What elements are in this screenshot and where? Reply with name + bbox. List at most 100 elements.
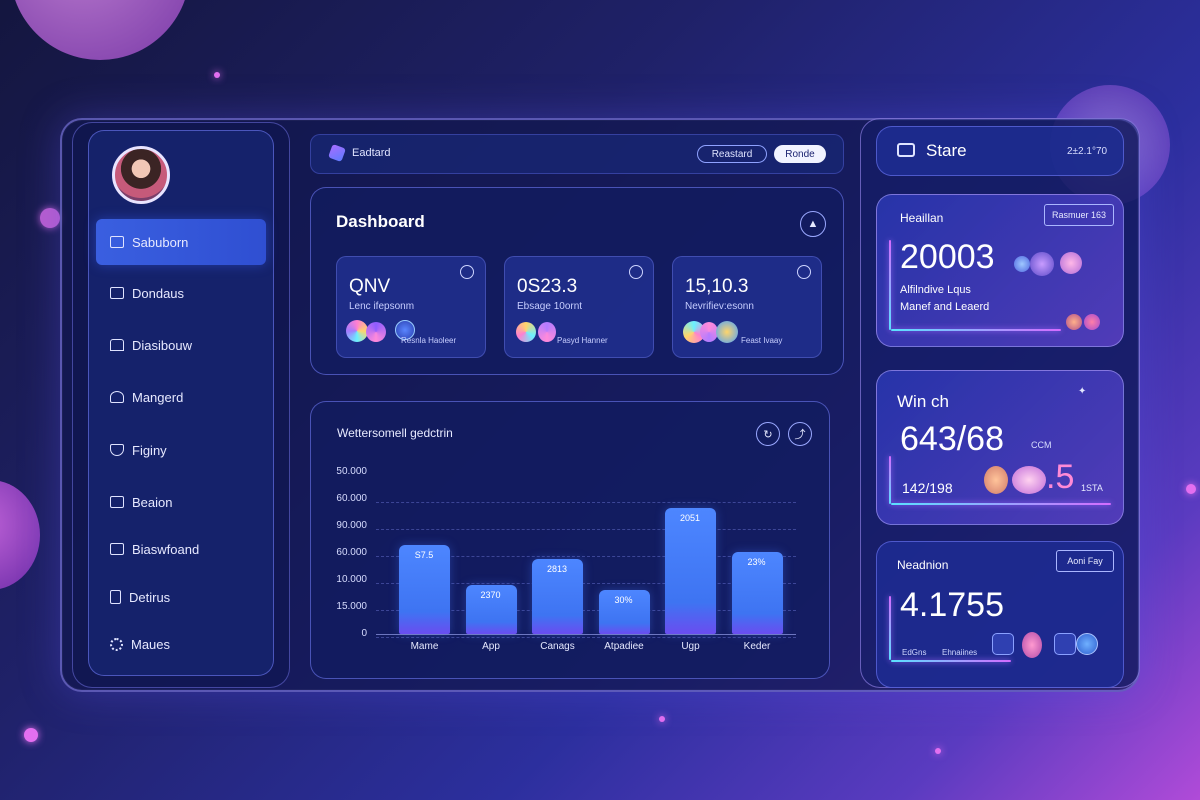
card-tag[interactable]: Rasmuer 163 <box>1044 204 1114 226</box>
sticker-icon <box>366 322 386 342</box>
sticker-icon <box>1066 314 1082 330</box>
stat-value: 15,10.3 <box>685 276 749 297</box>
sidebar-item-dondaus[interactable]: Dondaus <box>96 270 266 316</box>
background-orb <box>0 480 40 590</box>
x-axis-tick: Mame <box>410 641 439 652</box>
document-icon <box>110 590 121 604</box>
sticker-icon <box>516 322 536 342</box>
card-icon <box>897 143 915 157</box>
sidebar-item-figiny[interactable]: Figiny <box>96 427 266 473</box>
sidebar-item-mangerd[interactable]: Mangerd <box>96 374 266 420</box>
window-icon <box>110 543 124 555</box>
sidebar-item-maues[interactable]: Maues <box>96 621 266 667</box>
favorite-icon[interactable] <box>460 265 474 279</box>
sticker-icon <box>984 466 1008 494</box>
accent-line <box>891 329 1061 331</box>
refresh-icon[interactable]: ↻ <box>756 422 780 446</box>
card-label: Neadnion <box>897 558 949 572</box>
sidebar-item-label: Figiny <box>132 442 167 458</box>
card-value: 643/68 <box>900 420 1004 458</box>
stat-footnote: Pasyd Hanner <box>557 336 608 345</box>
reastard-button[interactable]: Reastard <box>697 145 767 163</box>
y-axis-tick: 10.000 <box>336 574 367 585</box>
x-axis-tick: Canags <box>540 641 575 652</box>
stare-title: Stare <box>926 141 967 160</box>
sidebar-item-beaion[interactable]: Beaion <box>96 479 266 525</box>
x-axis-tick: Ugp <box>681 641 700 652</box>
stat-value: 0S23.3 <box>517 276 578 297</box>
card-side-value: .5 <box>1046 458 1075 496</box>
share-icon[interactable]: ⤴ <box>788 422 812 446</box>
y-axis-tick: 60.000 <box>336 547 367 558</box>
sticker-icon <box>716 321 738 343</box>
sidebar-item-detirus[interactable]: Detirus <box>96 574 266 620</box>
card-label: Win ch <box>897 392 949 411</box>
sticker-icon <box>1022 632 1042 658</box>
card-value: 4.1755 <box>900 586 1004 624</box>
sidebar-item-label: Mangerd <box>132 389 184 405</box>
accent-line <box>891 503 1111 505</box>
background-sparkle <box>24 728 38 742</box>
card-line: Manef and Leaerd <box>900 301 990 313</box>
bar-data-label: S7.5 <box>414 550 434 561</box>
y-axis-tick: 0 <box>361 628 367 639</box>
grid-line <box>376 502 796 503</box>
card-unit: CCM <box>1031 440 1052 450</box>
card-side-tag: 1STA <box>1081 483 1103 493</box>
chart-bar[interactable] <box>665 508 716 634</box>
bell-icon[interactable]: ▲ <box>800 211 826 237</box>
sidebar-item-label: Dondaus <box>132 285 185 301</box>
sticker-icon <box>1030 252 1054 276</box>
top-bar-title: Eadtard <box>352 147 391 159</box>
background-sparkle <box>214 72 220 78</box>
ronde-button[interactable]: Ronde <box>774 145 826 163</box>
text-format-icon[interactable] <box>992 633 1014 655</box>
favorite-icon[interactable] <box>629 265 643 279</box>
sidebar-item-biaswfoand[interactable]: Biaswfoand <box>96 526 266 572</box>
x-axis-tick: Atpadiee <box>604 641 644 652</box>
accent-line <box>889 456 891 504</box>
card-subvalue: 142/198 <box>902 480 953 496</box>
card-value: 20003 <box>900 238 995 276</box>
accent-line <box>889 596 891 660</box>
card-footnote: Ehnaiines <box>942 648 978 657</box>
background-sparkle <box>40 208 60 228</box>
y-axis-tick: 50.000 <box>336 466 367 477</box>
sidebar-item-label: Beaion <box>132 494 173 510</box>
card-tag[interactable]: Aoni Fay <box>1056 550 1114 572</box>
chart-icon <box>110 339 124 351</box>
page-title: Dashboard <box>336 212 425 231</box>
card-line: Alfilndive Lqus <box>900 284 971 296</box>
stat-value: QNV <box>349 276 391 297</box>
bar-data-label: 2051 <box>679 513 701 523</box>
avatar[interactable] <box>112 146 170 204</box>
bar-data-label: 23% <box>747 557 766 568</box>
sidebar-item-label: Maues <box>131 636 171 652</box>
background-sparkle <box>935 748 941 754</box>
grid-line <box>376 637 796 638</box>
bar-data-label: 30% <box>614 594 633 605</box>
image-icon[interactable] <box>1054 633 1076 655</box>
sticker-icon <box>1014 256 1030 272</box>
chart-title: Wettersomell gedctrin <box>337 426 453 440</box>
background-sparkle <box>1186 484 1196 494</box>
stat-subtitle: Lenc ifepsonm <box>349 301 415 312</box>
sidebar-item-sabuborn[interactable]: Sabuborn <box>96 219 266 265</box>
user-icon <box>110 391 124 403</box>
sticker-icon <box>346 320 368 342</box>
sidebar-item-label: Biaswfoand <box>132 541 200 557</box>
gear-icon <box>110 637 123 651</box>
bar-data-label: 2370 <box>480 590 501 600</box>
stat-subtitle: Nevrifiev:esonn <box>685 301 754 312</box>
bar-data-label: 2813 <box>546 564 568 575</box>
favorite-icon[interactable] <box>797 265 811 279</box>
sidebar-item-diasibouw[interactable]: Diasibouw <box>96 322 266 368</box>
sticker-icon <box>1084 314 1100 330</box>
x-axis-line <box>376 634 796 635</box>
stat-footnote: Feast Ivaay <box>741 336 783 345</box>
folder-icon <box>110 496 124 508</box>
sticker-icon <box>1076 633 1098 655</box>
shield-icon <box>110 444 124 456</box>
y-axis-tick: 60.000 <box>336 493 367 504</box>
sidebar-item-label: Detirus <box>129 589 171 605</box>
